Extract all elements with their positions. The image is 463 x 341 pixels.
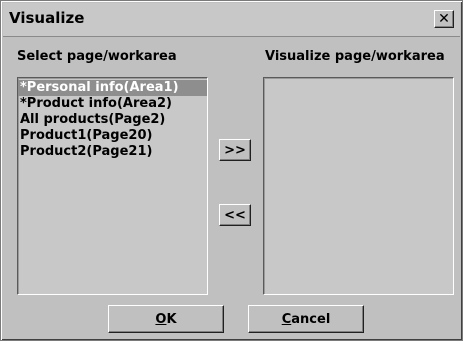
cancel-button[interactable]: Cancel bbox=[248, 305, 364, 333]
visualize-page-label: Visualize page/workarea bbox=[265, 49, 445, 64]
cancel-label: ancel bbox=[291, 311, 331, 327]
add-button[interactable]: >> bbox=[219, 139, 251, 161]
close-button[interactable]: ✕ bbox=[434, 10, 454, 28]
window-title: Visualize bbox=[9, 9, 85, 27]
list-item-product1[interactable]: Product1(Page20) bbox=[18, 128, 207, 144]
select-page-label: Select page/workarea bbox=[17, 49, 177, 64]
target-list[interactable] bbox=[263, 77, 454, 295]
list-item-product-info[interactable]: *Product info(Area2) bbox=[18, 96, 207, 112]
list-item-personal-info[interactable]: *Personal info(Area1) bbox=[18, 80, 207, 96]
remove-button[interactable]: << bbox=[219, 204, 251, 226]
visualize-dialog: Visualize ✕ Select page/workarea Visuali… bbox=[0, 0, 463, 341]
source-list[interactable]: *Personal info(Area1) *Product info(Area… bbox=[17, 77, 208, 295]
ok-label: K bbox=[166, 311, 177, 327]
close-icon: ✕ bbox=[438, 11, 450, 27]
cancel-mnemonic: C bbox=[281, 311, 292, 327]
ok-button[interactable]: OK bbox=[108, 305, 224, 333]
ok-mnemonic: O bbox=[155, 311, 167, 327]
list-item-all-products[interactable]: All products(Page2) bbox=[18, 112, 207, 128]
list-item-product2[interactable]: Product2(Page21) bbox=[18, 144, 207, 160]
title-bar[interactable]: Visualize ✕ bbox=[3, 3, 460, 37]
